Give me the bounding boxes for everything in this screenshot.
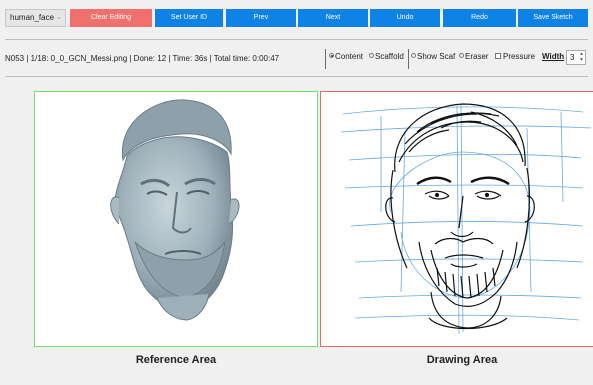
save-sketch-button[interactable]: Save Sketch	[518, 9, 588, 27]
next-button[interactable]: Next	[298, 9, 368, 27]
mode-content-label: Content	[335, 52, 364, 61]
status-text: N053 | 1/18: 0_0_GCN_Messi.png | Done: 1…	[5, 54, 280, 63]
radio-icon	[369, 53, 374, 59]
radio-selected-icon	[329, 53, 334, 59]
radio-icon	[459, 53, 464, 59]
width-label: Width	[542, 52, 565, 61]
reference-area-caption: Reference Area	[135, 354, 217, 366]
divider-vertical	[408, 49, 409, 69]
chevron-down-icon: ⌄	[56, 14, 62, 21]
divider-mid	[5, 76, 588, 77]
toolbar: human_face ⌄ Clear Editing Set User ID P…	[0, 0, 593, 30]
sketch-canvas[interactable]	[321, 92, 593, 346]
mode-scaffold-label: Scaffold	[375, 52, 404, 61]
prev-button[interactable]: Prev	[226, 9, 296, 27]
pressure-checkbox[interactable]: Pressure	[495, 52, 535, 66]
checkbox-icon	[495, 52, 501, 59]
width-value: 3	[570, 53, 575, 62]
show-scaf-label: Show Scaf	[417, 52, 456, 61]
set-user-id-button[interactable]: Set User ID	[155, 9, 223, 27]
redo-button[interactable]: Redo	[443, 9, 516, 27]
mode-radio-scaffold[interactable]: Scaffold	[369, 52, 404, 66]
category-dropdown[interactable]: human_face ⌄	[5, 9, 66, 27]
show-scaf-checkbox[interactable]: Show Scaf	[411, 52, 455, 66]
mode-radio-content[interactable]: Content	[329, 52, 363, 66]
reference-face-image	[110, 99, 240, 321]
divider-top	[5, 39, 588, 40]
eraser-checkbox[interactable]: Eraser	[459, 52, 489, 66]
pressure-label: Pressure	[503, 52, 536, 61]
undo-button[interactable]: Undo	[370, 9, 440, 27]
width-stepper[interactable]: 3 ▲ ▼	[566, 50, 586, 65]
radio-icon	[411, 53, 416, 59]
eraser-label: Eraser	[465, 52, 489, 61]
category-value: human_face	[10, 13, 55, 22]
drawing-area-caption: Drawing Area	[426, 354, 498, 366]
drawing-area[interactable]	[320, 91, 593, 347]
divider-vertical	[325, 49, 326, 69]
reference-area	[34, 91, 318, 347]
clear-editing-button[interactable]: Clear Editing	[70, 9, 152, 27]
spin-arrows-icon[interactable]: ▲ ▼	[579, 51, 584, 63]
